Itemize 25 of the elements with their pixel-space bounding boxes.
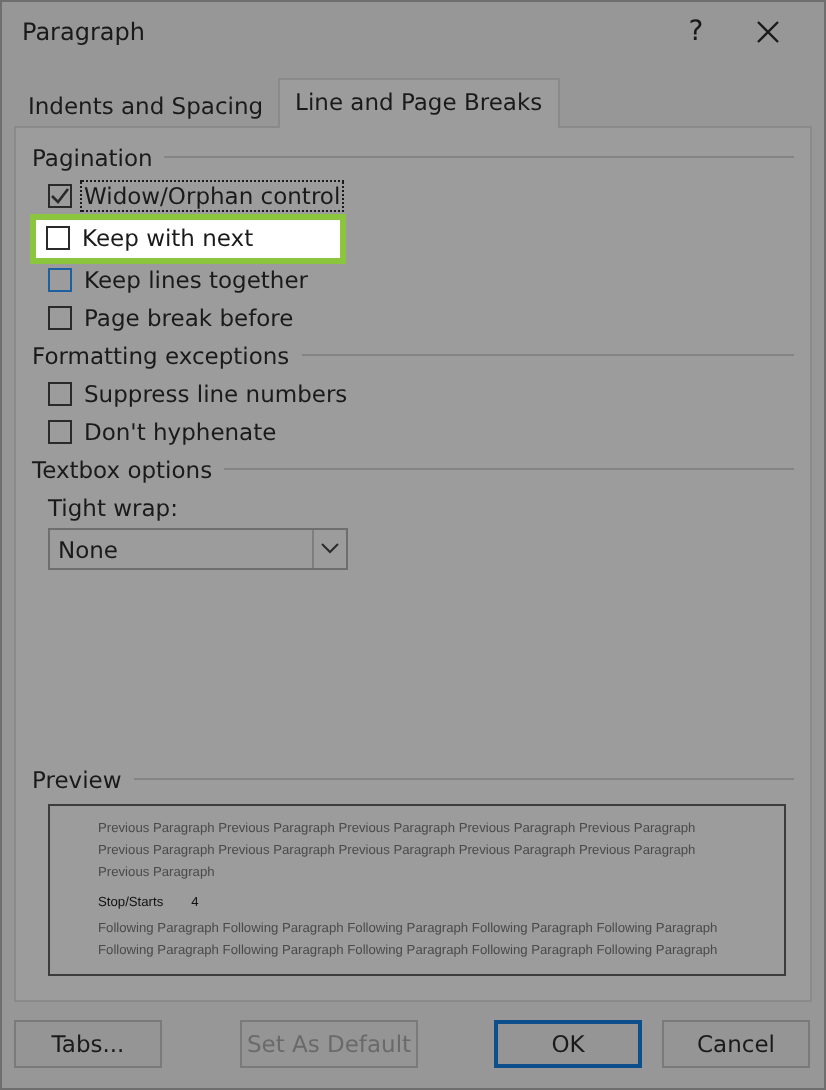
checkbox[interactable] <box>46 226 70 251</box>
checkbox[interactable] <box>48 420 72 445</box>
checkbox-label[interactable]: Keep lines together <box>82 266 310 295</box>
checkbox-label[interactable]: Page break before <box>82 304 296 333</box>
dialog-button[interactable]: Tabs... <box>14 1020 162 1069</box>
dialog-button[interactable]: OK <box>494 1020 642 1069</box>
close-icon <box>756 19 780 44</box>
checkbox-label[interactable]: Widow/Orphan control <box>82 182 343 211</box>
group-title: Pagination <box>32 143 153 172</box>
checkbox[interactable] <box>48 306 72 331</box>
checkbox[interactable] <box>48 268 72 293</box>
checkbox[interactable] <box>48 382 72 407</box>
help-button[interactable]: ? <box>660 3 732 60</box>
tab[interactable]: Line and Page Breaks <box>277 77 561 128</box>
checkbox[interactable] <box>48 184 72 209</box>
field-label: Tight wrap: <box>48 493 180 522</box>
group-title: Formatting exceptions <box>32 341 290 370</box>
dialog-button[interactable]: Cancel <box>662 1020 810 1069</box>
checkbox-label[interactable]: Don't hyphenate <box>82 418 279 447</box>
chevron-down-icon <box>320 542 340 555</box>
checkbox-label[interactable]: Suppress line numbers <box>82 380 350 409</box>
window-title: Paragraph <box>22 17 147 46</box>
tight-wrap-dropdown[interactable]: None <box>48 527 348 570</box>
group-title: Textbox options <box>32 455 213 484</box>
group-title: Preview <box>32 765 122 794</box>
